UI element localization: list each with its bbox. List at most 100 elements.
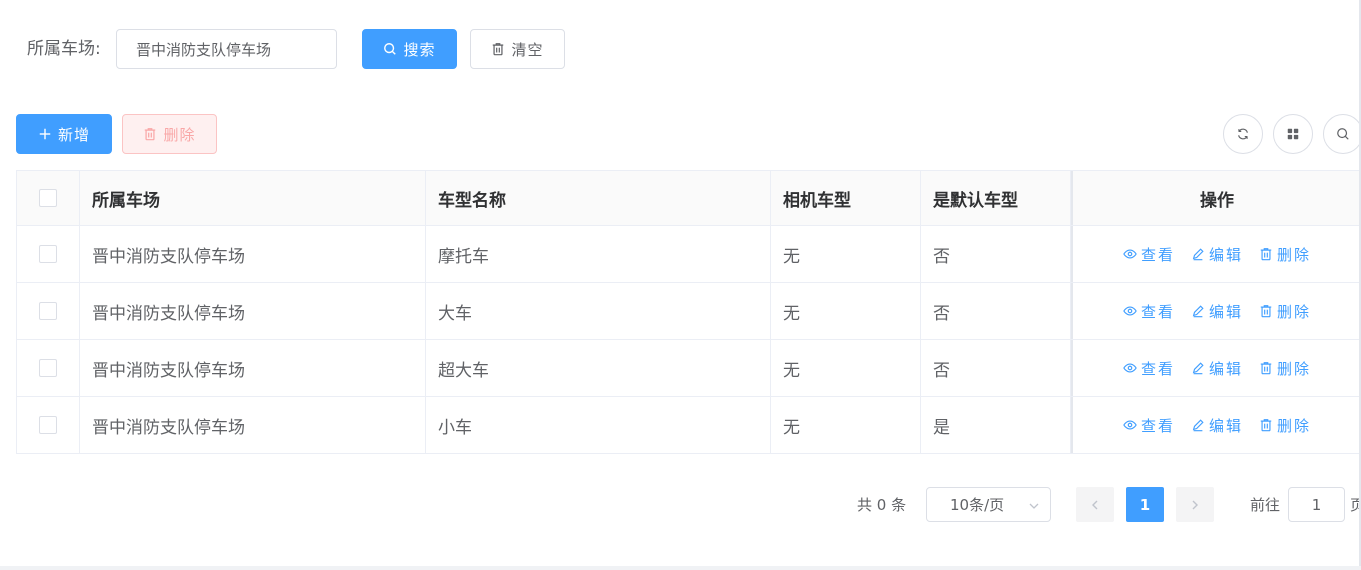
view-label: 查看 (1140, 302, 1175, 321)
select-all-cell (16, 171, 80, 225)
view-label: 查看 (1140, 359, 1175, 378)
edit-label: 编辑 (1208, 359, 1243, 378)
cell-actions: 查看 编辑 删除 (1071, 283, 1361, 339)
table-row: 晋中消防支队停车场 超大车无否 查看 编辑 删除 (16, 340, 1361, 397)
cell-vehicle-type: 超大车 (426, 340, 771, 396)
row-select-cell (16, 397, 80, 453)
grid-icon (1287, 128, 1299, 140)
edit-icon (1192, 305, 1204, 318)
edit-link[interactable]: 编辑 (1191, 358, 1243, 379)
delete-label: 删除 (1277, 245, 1312, 264)
page-size-select[interactable]: 10条/页 (926, 487, 1051, 522)
cell-camera-type: 无 (771, 397, 921, 453)
view-label: 查看 (1140, 416, 1175, 435)
eye-icon (1123, 306, 1137, 316)
pagination-total: 共 0 条 (857, 496, 907, 514)
cell-is-default: 是 (921, 397, 1071, 453)
delete-button[interactable]: 删除 (122, 114, 217, 154)
cell-is-default: 否 (921, 340, 1071, 396)
cell-parking-lot: 晋中消防支队停车场 (80, 226, 426, 282)
eye-icon (1123, 420, 1137, 430)
delete-link[interactable]: 删除 (1259, 358, 1311, 379)
trash-icon (1260, 419, 1272, 432)
delete-link[interactable]: 删除 (1259, 301, 1311, 322)
toggle-search-button[interactable] (1323, 114, 1361, 154)
search-button-label: 搜索 (403, 40, 436, 59)
row-checkbox[interactable] (39, 416, 57, 434)
chevron-down-icon (1029, 503, 1039, 509)
cell-vehicle-type: 摩托车 (426, 226, 771, 282)
delete-link[interactable]: 删除 (1259, 415, 1311, 436)
cell-vehicle-type: 小车 (426, 397, 771, 453)
cell-vehicle-type: 大车 (426, 283, 771, 339)
cell-camera-type: 无 (771, 283, 921, 339)
view-link[interactable]: 查看 (1123, 358, 1175, 379)
column-header: 相机车型 (771, 171, 921, 225)
columns-button[interactable] (1273, 114, 1313, 154)
view-link[interactable]: 查看 (1123, 415, 1175, 436)
search-icon (1337, 128, 1349, 140)
trash-icon (1260, 305, 1272, 318)
bottom-divider (0, 566, 1361, 570)
trash-icon (1260, 248, 1272, 261)
cell-is-default: 否 (921, 283, 1071, 339)
edit-link[interactable]: 编辑 (1191, 301, 1243, 322)
chevron-right-icon (1192, 500, 1198, 509)
edit-label: 编辑 (1208, 416, 1243, 435)
delete-label: 删除 (1277, 416, 1312, 435)
edit-icon (1192, 419, 1204, 432)
view-link[interactable]: 查看 (1123, 301, 1175, 322)
refresh-button[interactable] (1223, 114, 1263, 154)
trash-icon (493, 43, 504, 56)
column-header: 车型名称 (426, 171, 771, 225)
cell-parking-lot: 晋中消防支队停车场 (80, 283, 426, 339)
row-select-cell (16, 226, 80, 282)
column-header: 操作 (1071, 171, 1361, 225)
delete-label: 删除 (1277, 359, 1312, 378)
prev-page-button[interactable] (1076, 487, 1114, 522)
edit-label: 编辑 (1208, 302, 1243, 321)
eye-icon (1123, 249, 1137, 259)
view-label: 查看 (1140, 245, 1175, 264)
clear-button[interactable]: 清空 (470, 29, 565, 69)
row-select-cell (16, 340, 80, 396)
cell-parking-lot: 晋中消防支队停车场 (80, 340, 426, 396)
edit-link[interactable]: 编辑 (1191, 244, 1243, 265)
cell-parking-lot: 晋中消防支队停车场 (80, 397, 426, 453)
add-button[interactable]: 新增 (16, 114, 112, 154)
table-row: 晋中消防支队停车场 大车无否 查看 编辑 删除 (16, 283, 1361, 340)
edit-label: 编辑 (1208, 245, 1243, 264)
table-row: 晋中消防支队停车场 小车无是 查看 编辑 删除 (16, 397, 1361, 454)
column-header: 所属车场 (80, 171, 426, 225)
cell-actions: 查看 编辑 删除 (1071, 340, 1361, 396)
edit-link[interactable]: 编辑 (1191, 415, 1243, 436)
table-header: 所属车场 车型名称 相机车型 是默认车型 操作 (16, 171, 1361, 226)
refresh-icon (1238, 128, 1248, 140)
goto-page-input[interactable] (1288, 487, 1345, 522)
chevron-left-icon (1092, 500, 1098, 509)
parking-lot-input[interactable] (116, 29, 337, 69)
page-number-active[interactable]: 1 (1126, 487, 1164, 522)
view-link[interactable]: 查看 (1123, 244, 1175, 265)
delete-link[interactable]: 删除 (1259, 244, 1311, 265)
vehicle-type-table: 所属车场 车型名称 相机车型 是默认车型 操作 晋中消防支队停车场 摩托车无否查看… (16, 170, 1361, 454)
clear-button-label: 清空 (511, 40, 544, 59)
row-checkbox[interactable] (39, 302, 57, 320)
next-page-button[interactable] (1176, 487, 1214, 522)
search-button[interactable]: 搜索 (362, 29, 457, 69)
cell-camera-type: 无 (771, 226, 921, 282)
page: 所属车场: 搜索 清空 新增 删除 所属车场 车型名称 相机车型 是默认车型 操… (0, 0, 1361, 570)
parking-lot-label: 所属车场: (27, 39, 101, 59)
edit-icon (1192, 248, 1204, 261)
trash-icon (1260, 362, 1272, 375)
page-size-value: 10条/页 (950, 496, 1005, 514)
goto-label: 前往 (1250, 496, 1281, 514)
edit-icon (1192, 362, 1204, 375)
row-checkbox[interactable] (39, 245, 57, 263)
add-button-label: 新增 (57, 125, 90, 144)
row-checkbox[interactable] (39, 359, 57, 377)
select-all-checkbox[interactable] (39, 189, 57, 207)
row-select-cell (16, 283, 80, 339)
cell-is-default: 否 (921, 226, 1071, 282)
delete-button-label: 删除 (163, 125, 196, 144)
